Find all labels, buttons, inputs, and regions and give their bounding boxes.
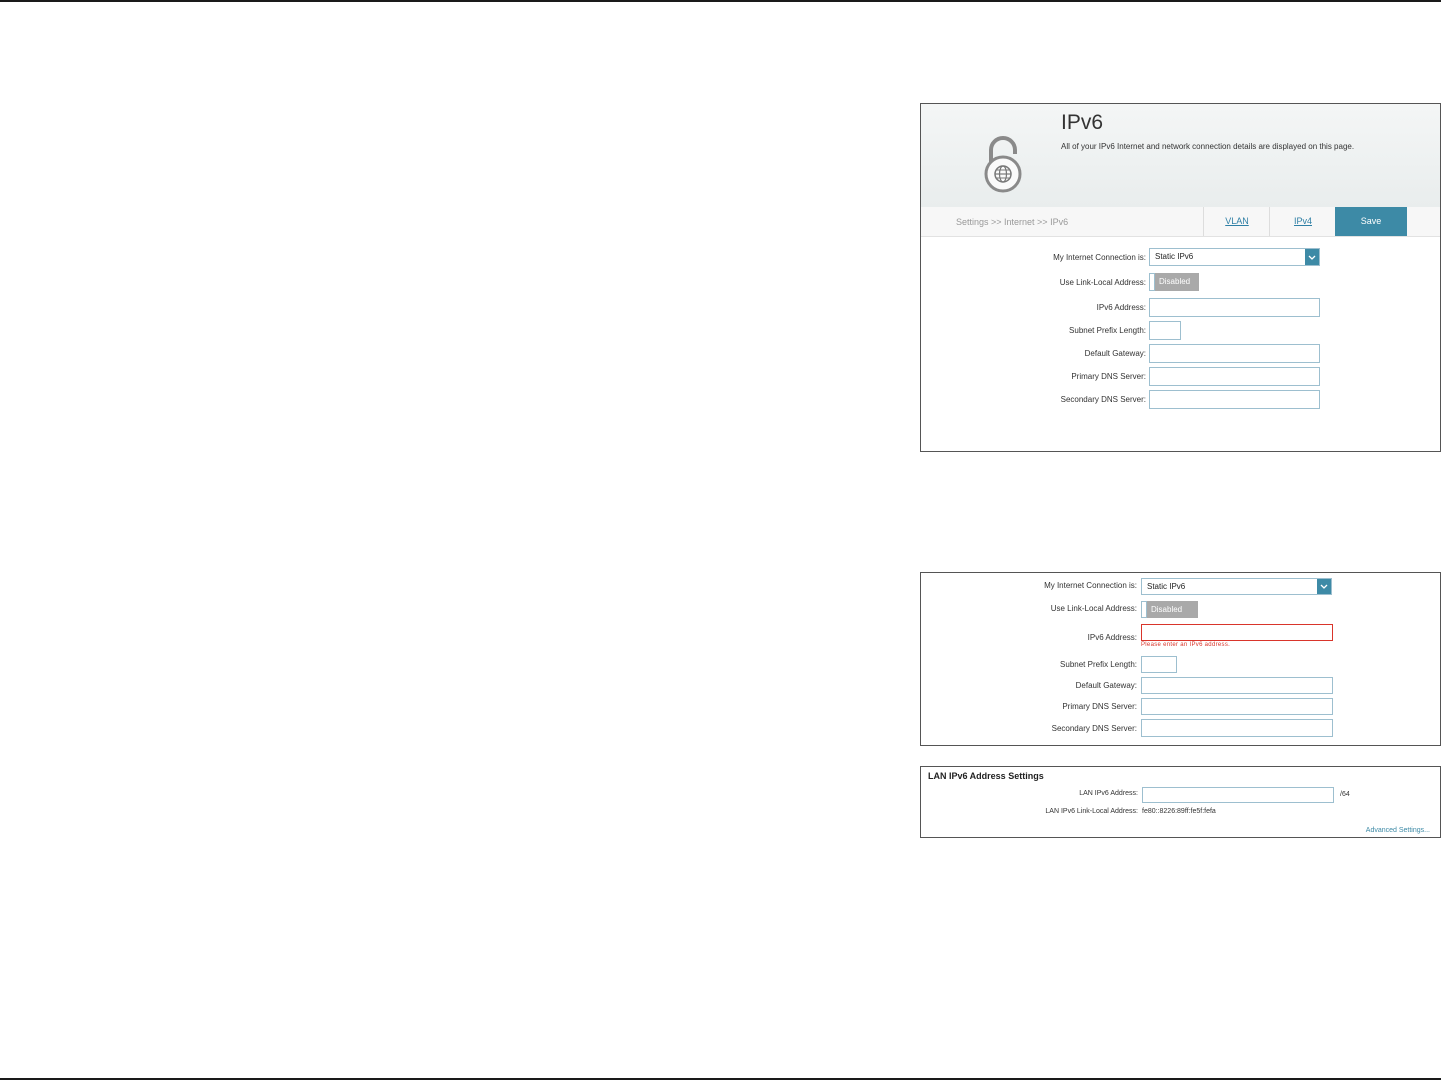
bottom-rule [0, 1078, 1441, 1080]
subnet-prefix-input[interactable] [1149, 321, 1181, 340]
ipv6-address-input[interactable] [1149, 298, 1320, 317]
primary-dns-input[interactable] [1141, 698, 1333, 715]
default-gateway-label: Default Gateway: [1075, 681, 1137, 690]
connection-label: My Internet Connection is: [1053, 253, 1146, 262]
primary-dns-label: Primary DNS Server: [1062, 702, 1137, 711]
lan-ipv6-panel: LAN IPv6 Address Settings LAN IPv6 Addre… [920, 766, 1441, 838]
link-local-toggle[interactable]: Disabled [1141, 601, 1198, 618]
link-local-label: Use Link-Local Address: [1050, 604, 1137, 613]
link-local-address-value: fe80::8226:89ff:fe5f:fefa [1142, 808, 1216, 815]
link-local-label: Use Link-Local Address: [1059, 278, 1146, 287]
secondary-dns-input[interactable] [1141, 719, 1333, 737]
connection-type-select[interactable]: Static IPv6 [1149, 248, 1320, 266]
ipv6-address-label: IPv6 Address: [1087, 633, 1137, 642]
page-header: IPv6 All of your IPv6 Internet and netwo… [921, 104, 1440, 208]
toggle-state: Disabled [1147, 601, 1198, 618]
section-heading: LAN IPv6 Address Settings [928, 771, 1044, 781]
advanced-settings-link[interactable]: Advanced Settings... [1366, 827, 1430, 834]
primary-dns-label: Primary DNS Server: [1071, 372, 1146, 381]
ipv6-error-message: Please enter an IPv6 address. [1141, 642, 1231, 648]
default-gateway-input[interactable] [1149, 344, 1320, 363]
connection-type-select[interactable]: Static IPv6 [1141, 578, 1332, 595]
tab-vlan[interactable]: VLAN [1203, 207, 1270, 236]
secondary-dns-label: Secondary DNS Server: [1051, 724, 1137, 733]
chevron-down-icon [1317, 579, 1331, 594]
primary-dns-input[interactable] [1149, 367, 1320, 386]
ipv6-address-input[interactable] [1141, 624, 1333, 641]
tab-ipv4[interactable]: IPv4 [1269, 207, 1336, 236]
breadcrumb: Settings >> Internet >> IPv6 [956, 217, 1069, 227]
padlock-globe-icon [984, 136, 1022, 193]
default-gateway-input[interactable] [1141, 677, 1333, 694]
subnet-prefix-input[interactable] [1141, 656, 1177, 673]
toggle-state: Disabled [1155, 273, 1199, 291]
lan-ipv6-address-label: LAN IPv6 Address: [1079, 790, 1138, 797]
page-title: IPv6 [1061, 111, 1104, 134]
secondary-dns-input[interactable] [1149, 390, 1320, 409]
ipv6-settings-panel: IPv6 All of your IPv6 Internet and netwo… [920, 103, 1441, 452]
ipv6-address-label: IPv6 Address: [1096, 303, 1146, 312]
subnet-prefix-label: Subnet Prefix Length: [1060, 660, 1137, 669]
top-rule [0, 0, 1441, 2]
subnet-prefix-label: Subnet Prefix Length: [1069, 326, 1146, 335]
ipv6-validation-panel: My Internet Connection is: Static IPv6 U… [920, 572, 1441, 746]
page-description: All of your IPv6 Internet and network co… [1061, 142, 1355, 151]
link-local-toggle[interactable]: Disabled [1149, 273, 1199, 291]
connection-label: My Internet Connection is: [1044, 581, 1137, 590]
link-local-address-label: LAN IPv6 Link-Local Address: [1045, 808, 1138, 815]
chevron-down-icon [1305, 249, 1319, 265]
lan-ipv6-address-input[interactable] [1142, 787, 1334, 803]
connection-type-value: Static IPv6 [1155, 252, 1194, 261]
secondary-dns-label: Secondary DNS Server: [1060, 395, 1146, 404]
save-button[interactable]: Save [1335, 207, 1407, 236]
prefix-suffix: /64 [1340, 791, 1350, 798]
nav-bar: Settings >> Internet >> IPv6 VLAN IPv4 S… [921, 207, 1440, 237]
connection-type-value: Static IPv6 [1147, 582, 1186, 591]
default-gateway-label: Default Gateway: [1084, 349, 1146, 358]
